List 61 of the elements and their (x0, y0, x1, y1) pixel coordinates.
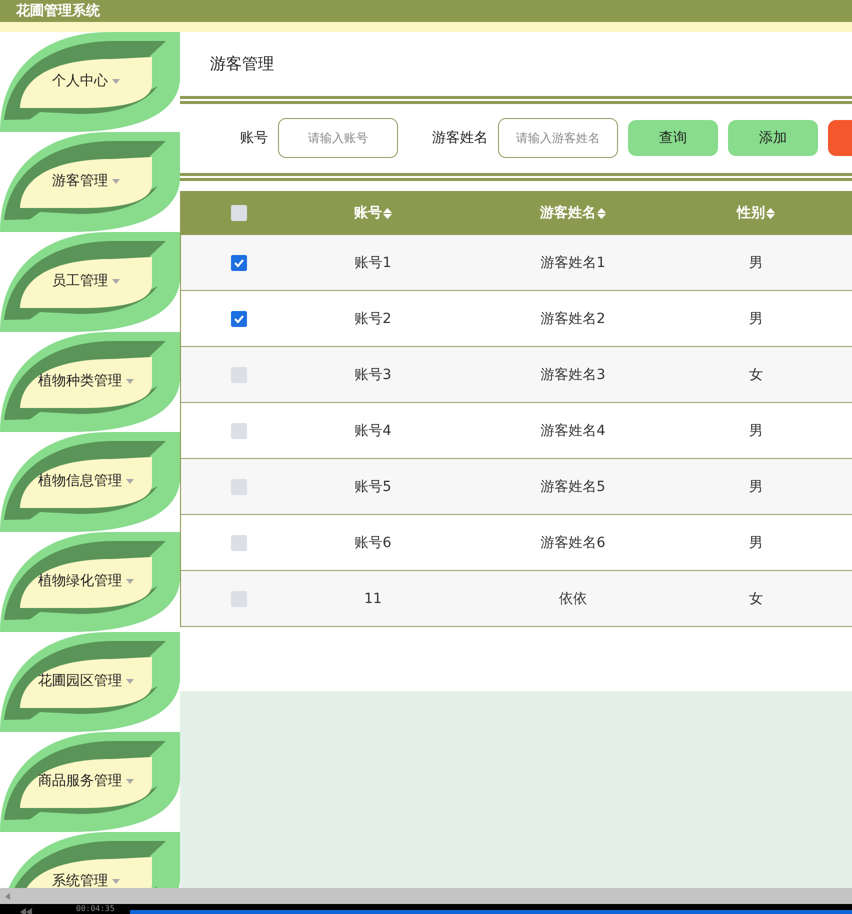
table-cell: 账号1 (354, 254, 392, 272)
table-cell: 男 (749, 422, 763, 440)
caret-icon (112, 78, 120, 84)
caret-icon (126, 778, 134, 784)
scroll-left-icon[interactable] (5, 892, 10, 900)
table-cell: 账号6 (354, 534, 392, 552)
field-label: 游客姓名 (432, 129, 488, 147)
sidebar-item[interactable]: 植物信息管理 (0, 432, 180, 532)
checkbox[interactable] (231, 205, 247, 221)
field-label: 账号 (240, 129, 268, 147)
input-field[interactable]: 请输入账号 (278, 118, 398, 158)
table-cell: 女 (749, 590, 763, 608)
table-cell: 男 (749, 310, 763, 328)
playback-time: 00:04:35 (76, 904, 115, 914)
caret-icon (126, 378, 134, 384)
checkbox[interactable] (231, 534, 247, 550)
sort-icon[interactable] (766, 208, 775, 218)
horizontal-scrollbar[interactable] (0, 888, 852, 904)
sidebar-item[interactable]: 植物绿化管理 (0, 532, 180, 632)
table-cell: 账号2 (354, 310, 392, 328)
table-cell: 游客姓名4 (540, 422, 606, 440)
table-cell: 男 (749, 478, 763, 496)
sidebar-item[interactable]: 花圃园区管理 (0, 632, 180, 732)
sidebar-item[interactable]: 植物种类管理 (0, 332, 180, 432)
table-cell: 男 (749, 254, 763, 272)
checkbox[interactable] (231, 422, 247, 438)
caret-icon (126, 578, 134, 584)
sort-icon[interactable] (383, 208, 392, 218)
sidebar-item[interactable]: 员工管理 (0, 232, 180, 332)
table-cell: 游客姓名3 (540, 366, 606, 384)
table-cell: 女 (749, 366, 763, 384)
sidebar-item[interactable]: 游客管理 (0, 132, 180, 232)
page-title: 游客管理 (210, 54, 274, 74)
checkbox[interactable] (231, 254, 247, 270)
table-cell: 游客姓名1 (540, 254, 606, 272)
caret-icon (112, 278, 120, 284)
action-button[interactable]: 查询 (628, 120, 718, 156)
checkbox[interactable] (231, 310, 247, 326)
table-cell: 依依 (559, 590, 587, 608)
table-cell: 游客姓名2 (540, 310, 606, 328)
app-title: 花圃管理系统 (16, 2, 100, 20)
table-cell: 游客姓名6 (540, 534, 606, 552)
caret-icon (126, 478, 134, 484)
sidebar-item[interactable]: 个人中心 (0, 32, 180, 132)
table-cell: 账号5 (354, 478, 392, 496)
table-cell: 账号4 (354, 422, 392, 440)
checkbox[interactable] (231, 478, 247, 494)
table-cell: 游客姓名5 (540, 478, 606, 496)
action-button[interactable]: 添加 (728, 120, 818, 156)
checkbox[interactable] (231, 590, 247, 606)
table-cell: 11 (364, 590, 382, 606)
table-cell: 账号3 (354, 366, 392, 384)
sort-icon[interactable] (597, 208, 606, 218)
input-field[interactable]: 请输入游客姓名 (498, 118, 618, 158)
checkbox[interactable] (231, 366, 247, 382)
caret-icon (112, 178, 120, 184)
caret-icon (126, 678, 134, 684)
rewind-icon[interactable] (20, 908, 32, 914)
table-cell: 男 (749, 534, 763, 552)
caret-icon (112, 878, 120, 884)
sidebar-item[interactable]: 商品服务管理 (0, 732, 180, 832)
